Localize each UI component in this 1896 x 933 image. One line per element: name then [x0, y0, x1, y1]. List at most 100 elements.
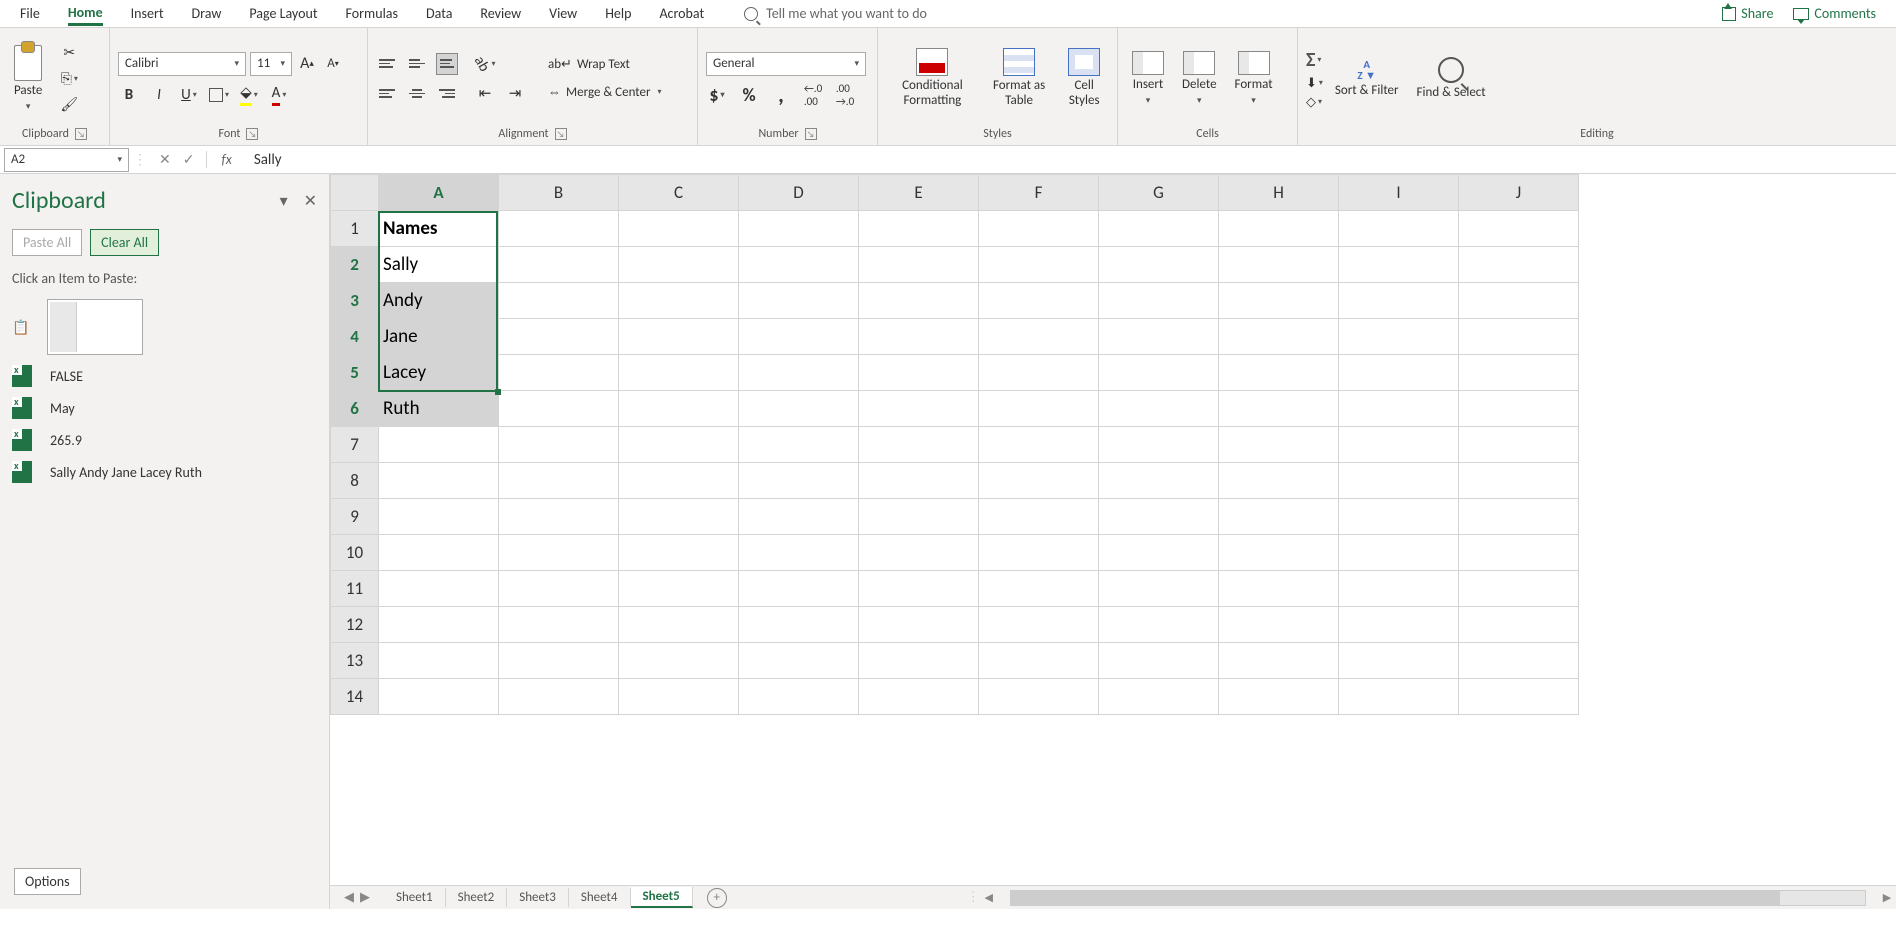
fill-button[interactable]: ⬇▾	[1306, 76, 1323, 91]
clipboard-dialog-launcher[interactable]: ↘	[75, 128, 87, 140]
cell[interactable]	[1099, 355, 1219, 391]
cell[interactable]	[1459, 499, 1579, 535]
cell[interactable]	[499, 211, 619, 247]
row-header[interactable]: 3	[331, 283, 379, 319]
cell[interactable]	[1339, 679, 1459, 715]
cell[interactable]	[979, 319, 1099, 355]
bold-button[interactable]: B	[118, 84, 140, 106]
accept-formula-button[interactable]: ✓	[183, 151, 195, 168]
comma-button[interactable]: ,	[770, 84, 792, 106]
cell[interactable]: Jane	[379, 319, 499, 355]
clipboard-item[interactable]: 📋	[12, 299, 317, 355]
cell[interactable]	[1339, 391, 1459, 427]
align-right-button[interactable]	[436, 83, 458, 105]
cell[interactable]	[1459, 283, 1579, 319]
cell[interactable]	[1339, 355, 1459, 391]
cell[interactable]	[979, 427, 1099, 463]
cell[interactable]	[1099, 463, 1219, 499]
cell[interactable]	[379, 679, 499, 715]
insert-cells-button[interactable]: Insert▾	[1126, 49, 1170, 108]
cell[interactable]	[1459, 607, 1579, 643]
row-header[interactable]: 8	[331, 463, 379, 499]
comments-button[interactable]: Comments	[1793, 5, 1876, 22]
fx-icon[interactable]: fx	[206, 151, 245, 168]
cell[interactable]	[1099, 247, 1219, 283]
row-header[interactable]: 4	[331, 319, 379, 355]
cell[interactable]	[499, 499, 619, 535]
cell[interactable]	[1219, 463, 1339, 499]
cell[interactable]	[499, 247, 619, 283]
cell[interactable]	[859, 391, 979, 427]
number-format-select[interactable]: General▾	[706, 52, 866, 76]
cell[interactable]	[1219, 499, 1339, 535]
cell[interactable]	[979, 355, 1099, 391]
cancel-formula-button[interactable]: ✕	[159, 151, 171, 168]
cell[interactable]	[1219, 535, 1339, 571]
cell[interactable]	[619, 499, 739, 535]
cell[interactable]	[979, 211, 1099, 247]
cell[interactable]	[1459, 427, 1579, 463]
cell[interactable]	[619, 643, 739, 679]
cell[interactable]	[739, 607, 859, 643]
cell[interactable]	[1219, 571, 1339, 607]
cut-button[interactable]: ✂	[58, 42, 80, 64]
tab-scroll-left[interactable]: ◀	[344, 890, 354, 905]
cell[interactable]	[1459, 535, 1579, 571]
format-cells-button[interactable]: Format▾	[1229, 49, 1279, 108]
cell[interactable]	[619, 535, 739, 571]
tab-insert[interactable]: Insert	[131, 3, 164, 24]
align-middle-button[interactable]	[406, 53, 428, 75]
col-header[interactable]: D	[739, 175, 859, 211]
col-header[interactable]: G	[1099, 175, 1219, 211]
hscroll-left[interactable]: ◀	[980, 891, 998, 904]
cell[interactable]	[379, 499, 499, 535]
cell[interactable]	[619, 283, 739, 319]
cell[interactable]	[859, 607, 979, 643]
cell[interactable]	[739, 499, 859, 535]
col-header[interactable]: I	[1339, 175, 1459, 211]
clear-button[interactable]: ◇▾	[1306, 95, 1323, 110]
cell[interactable]	[1099, 607, 1219, 643]
cell[interactable]	[979, 283, 1099, 319]
row-header[interactable]: 12	[331, 607, 379, 643]
cell[interactable]	[859, 247, 979, 283]
cell[interactable]	[1459, 463, 1579, 499]
cell[interactable]	[1219, 211, 1339, 247]
cell[interactable]	[739, 319, 859, 355]
cell[interactable]	[499, 391, 619, 427]
cell[interactable]	[739, 247, 859, 283]
cell[interactable]	[1339, 607, 1459, 643]
cell[interactable]	[1219, 247, 1339, 283]
tab-review[interactable]: Review	[480, 3, 521, 24]
cell[interactable]	[499, 607, 619, 643]
font-color-button[interactable]: A▾	[268, 84, 290, 106]
cell[interactable]: Sally	[379, 247, 499, 283]
cell[interactable]	[1339, 463, 1459, 499]
cell[interactable]	[1219, 427, 1339, 463]
autosum-button[interactable]: Σ▾	[1306, 48, 1323, 72]
format-painter-button[interactable]: 🖌	[58, 94, 80, 116]
font-name-select[interactable]: Calibri▾	[118, 52, 246, 76]
cell[interactable]	[739, 535, 859, 571]
cell[interactable]	[499, 535, 619, 571]
paste-button[interactable]: Paste ▾	[8, 43, 48, 114]
font-size-select[interactable]: 11▾	[250, 52, 292, 76]
cell[interactable]	[499, 283, 619, 319]
col-header[interactable]: A	[379, 175, 499, 211]
row-header[interactable]: 14	[331, 679, 379, 715]
align-center-button[interactable]	[406, 83, 428, 105]
decrease-decimal-button[interactable]: .00→.0	[834, 84, 856, 106]
tab-formulas[interactable]: Formulas	[346, 3, 398, 24]
clipboard-pane-menu[interactable]: ▾	[280, 191, 288, 211]
increase-indent-button[interactable]: ⇥	[504, 83, 526, 105]
cell[interactable]	[739, 355, 859, 391]
clipboard-item[interactable]: May	[12, 397, 317, 419]
row-header[interactable]: 11	[331, 571, 379, 607]
cell[interactable]	[859, 355, 979, 391]
cell[interactable]	[1339, 643, 1459, 679]
cell[interactable]	[1339, 247, 1459, 283]
formula-input[interactable]: Sally	[246, 148, 1896, 172]
fill-color-button[interactable]: ⬙▾	[238, 84, 260, 106]
cell[interactable]	[499, 463, 619, 499]
cell[interactable]	[859, 571, 979, 607]
